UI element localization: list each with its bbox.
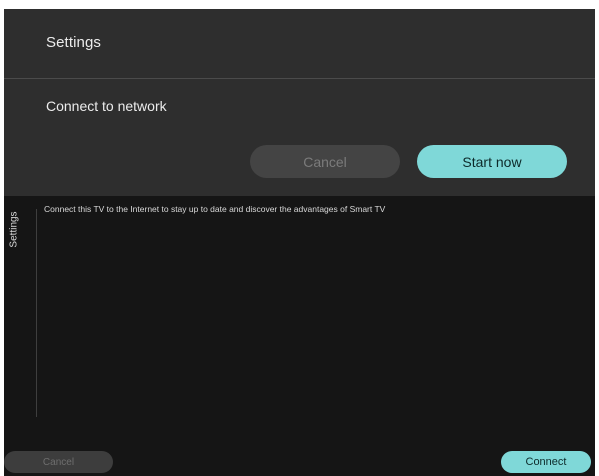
dialog-title: Settings [46,34,101,51]
connect-network-dialog: Settings Connect to network Cancel Start… [4,9,595,196]
side-divider [36,209,37,417]
dialog-divider [4,78,595,79]
info-description: Connect this TV to the Internet to stay … [44,204,386,214]
dialog-message: Connect to network [46,98,167,114]
bottom-cancel-button[interactable]: Cancel [4,451,113,473]
start-now-button[interactable]: Start now [417,145,567,178]
side-label-text: Settings [8,210,20,248]
connect-button[interactable]: Connect [501,451,591,473]
side-section-label: Settings [4,199,24,259]
dialog-cancel-button[interactable]: Cancel [250,145,400,178]
tv-screen: Settings Connect to network Cancel Start… [4,9,595,476]
